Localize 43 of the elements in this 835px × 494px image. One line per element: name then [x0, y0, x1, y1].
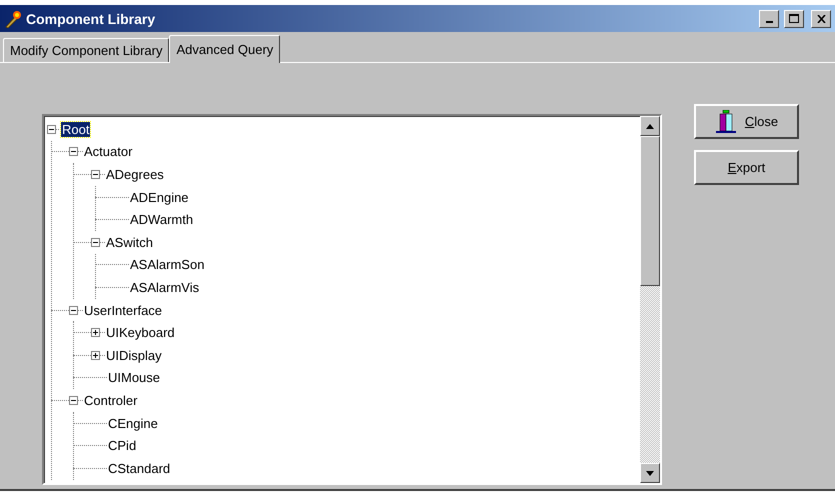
- tree-item[interactable]: UserInterface: [83, 302, 164, 318]
- up-arrow-icon: [646, 124, 654, 128]
- tree-item[interactable]: ASAlarmVis: [129, 280, 200, 295]
- torch-icon: [4, 10, 22, 28]
- tree-item[interactable]: UIDisplay: [105, 348, 163, 363]
- tab[interactable]: Advanced Query: [169, 35, 280, 63]
- expand-icon[interactable]: [91, 328, 100, 338]
- scroll-down-button[interactable]: [640, 463, 660, 483]
- tree-item[interactable]: ADWarmth: [129, 212, 194, 228]
- tree-item[interactable]: CStandard: [107, 460, 172, 476]
- tree-item[interactable]: ADEngine: [129, 190, 190, 205]
- collapse-icon[interactable]: [47, 124, 56, 134]
- minimize-button[interactable]: [759, 10, 779, 28]
- expand-icon[interactable]: [91, 350, 100, 360]
- close-icon: [816, 14, 826, 22]
- tree-item[interactable]: Controler: [83, 392, 138, 408]
- tree-item[interactable]: UIMouse: [107, 370, 162, 386]
- scroll-thumb[interactable]: [640, 136, 660, 286]
- tree-item[interactable]: CPid: [107, 438, 138, 454]
- collapse-icon[interactable]: [69, 396, 78, 405]
- collapse-icon[interactable]: [91, 238, 100, 247]
- maximize-button[interactable]: [784, 10, 804, 28]
- close-dialog-button[interactable]: Close: [694, 104, 799, 139]
- collapse-icon[interactable]: [91, 170, 100, 179]
- close-button[interactable]: [811, 10, 831, 28]
- tree-item[interactable]: CEngine: [107, 416, 159, 431]
- collapse-icon[interactable]: [69, 147, 78, 156]
- door-icon: [714, 110, 737, 134]
- collapse-icon[interactable]: [69, 306, 78, 315]
- tree-item[interactable]: ASwitch: [105, 234, 154, 250]
- scroll-up-button[interactable]: [640, 116, 660, 136]
- window-title: Component Library: [26, 10, 156, 26]
- tree-item[interactable]: ADegrees: [105, 166, 165, 182]
- scrollbar[interactable]: [640, 116, 660, 483]
- tab[interactable]: Modify Component Library: [3, 38, 170, 62]
- tree-item[interactable]: Actuator: [83, 144, 134, 160]
- minimize-icon: [766, 20, 772, 22]
- down-arrow-icon: [646, 470, 654, 476]
- tree-item[interactable]: ASAlarmSon: [129, 257, 206, 272]
- tree-item[interactable]: UIKeyboard: [105, 325, 176, 340]
- tree-item[interactable]: Root: [61, 122, 90, 137]
- maximize-icon: [789, 14, 799, 23]
- export-button[interactable]: Export: [694, 150, 799, 185]
